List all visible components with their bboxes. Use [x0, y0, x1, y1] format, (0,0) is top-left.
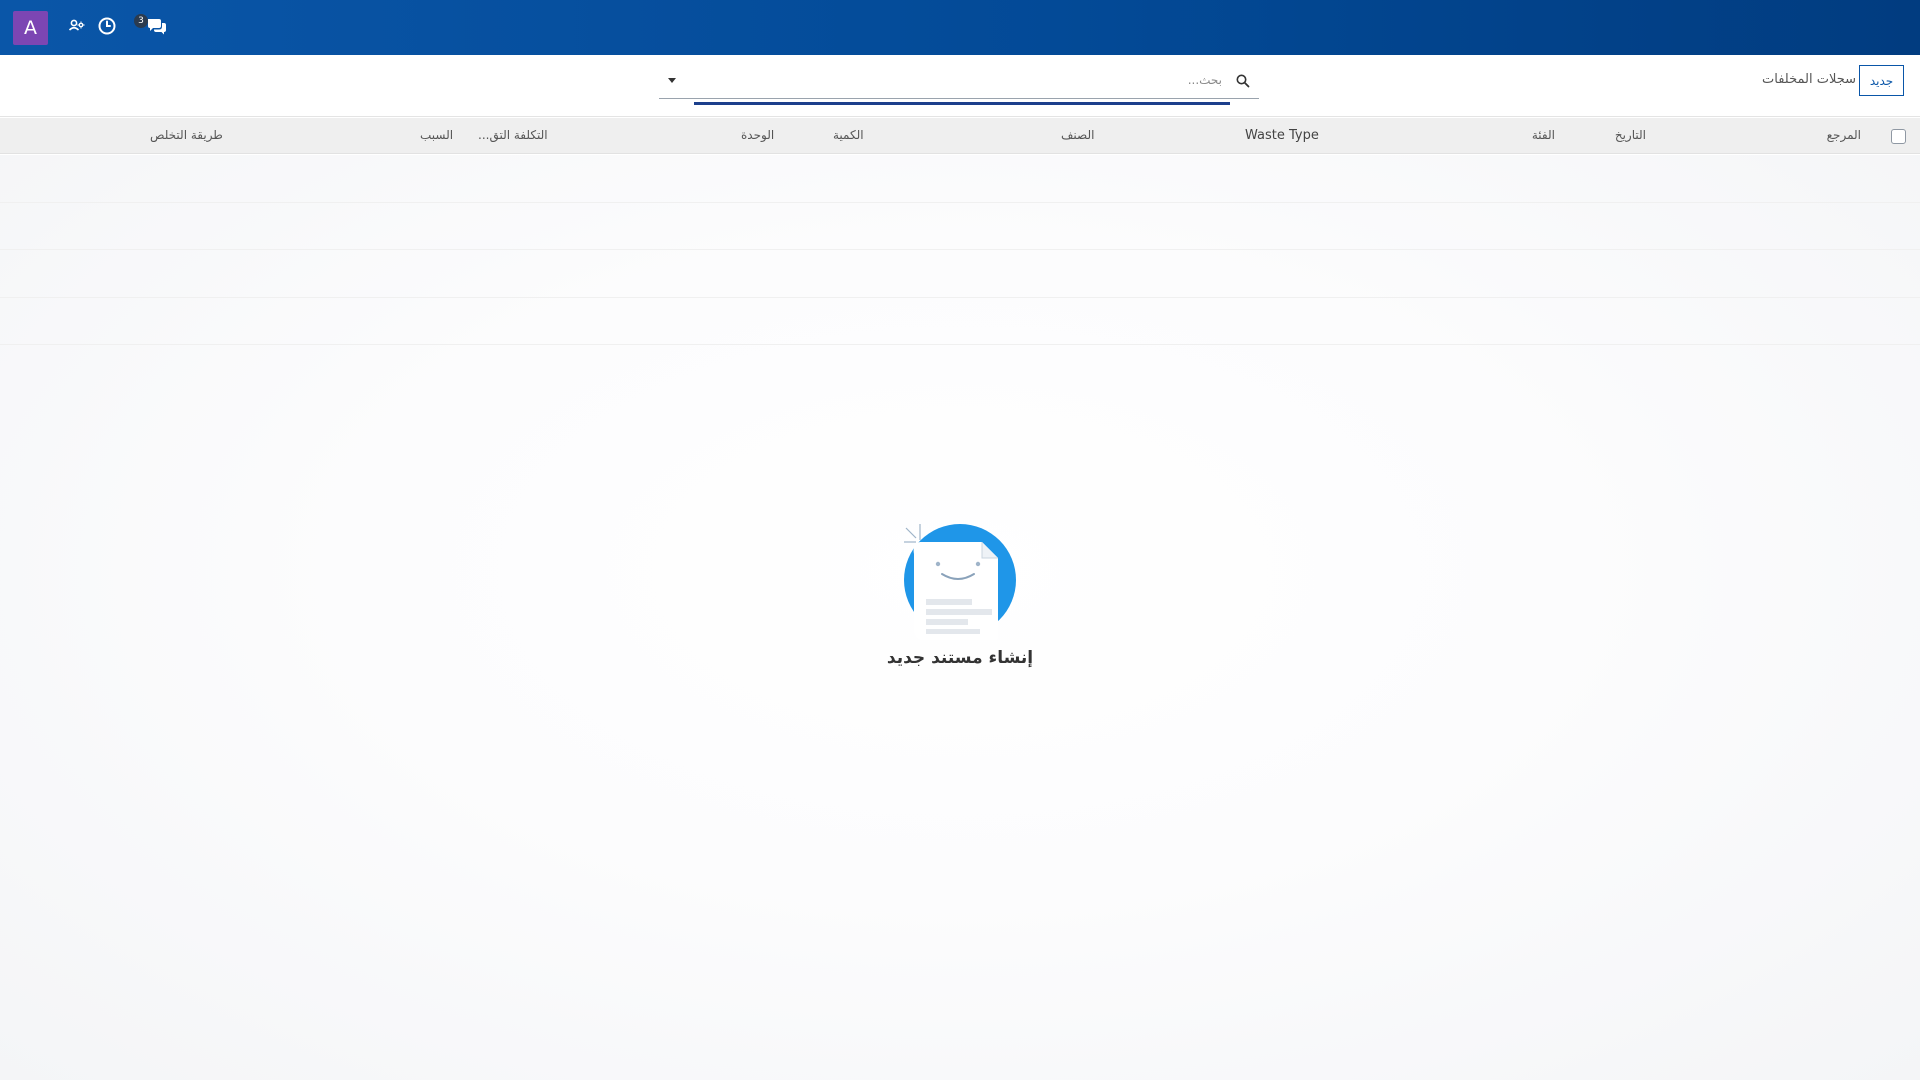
- breadcrumb: سجلات المخلفات: [1762, 72, 1856, 87]
- search-input[interactable]: [694, 67, 1254, 93]
- search-focus-underline: [694, 102, 1230, 105]
- column-header-reason[interactable]: السبب: [420, 128, 453, 142]
- user-avatar[interactable]: A: [13, 11, 48, 45]
- empty-state-title: إنشاء مستند جديد: [886, 648, 1034, 668]
- empty-document-illustration-icon: [904, 524, 1016, 640]
- new-record-button[interactable]: جديد: [1859, 65, 1904, 96]
- table-row-divider: [0, 344, 1920, 345]
- column-header-waste-type[interactable]: Waste Type: [1245, 128, 1319, 143]
- table-row-divider: [0, 202, 1920, 203]
- chat-icon[interactable]: [146, 15, 168, 37]
- search-bar: [659, 67, 1259, 105]
- messages-count-badge: 3: [134, 14, 148, 28]
- clock-icon[interactable]: [96, 15, 118, 37]
- column-header-date[interactable]: التاريخ: [1615, 128, 1646, 142]
- column-header-item[interactable]: الصنف: [1061, 128, 1094, 142]
- column-header-reference[interactable]: المرجع: [1827, 128, 1861, 142]
- control-panel: جديد سجلات المخلفات: [0, 55, 1920, 117]
- column-header-category[interactable]: الفئة: [1532, 128, 1555, 142]
- column-header-cost[interactable]: التكلفة التق...: [478, 128, 548, 142]
- column-header-unit[interactable]: الوحدة: [741, 128, 774, 142]
- column-header-disposal-method[interactable]: طريقة التخلص: [150, 128, 223, 142]
- select-all-checkbox[interactable]: [1891, 129, 1906, 144]
- search-options-caret-icon[interactable]: [665, 73, 679, 87]
- list-table-header: المرجع التاريخ الفئة Waste Type الصنف ال…: [0, 118, 1920, 154]
- table-row-divider: [0, 249, 1920, 250]
- column-header-quantity[interactable]: الكمية: [833, 128, 864, 142]
- search-icon: [1236, 74, 1250, 88]
- top-navbar: A 3: [0, 0, 1920, 55]
- users-cog-icon[interactable]: [66, 15, 88, 37]
- table-row-divider: [0, 297, 1920, 298]
